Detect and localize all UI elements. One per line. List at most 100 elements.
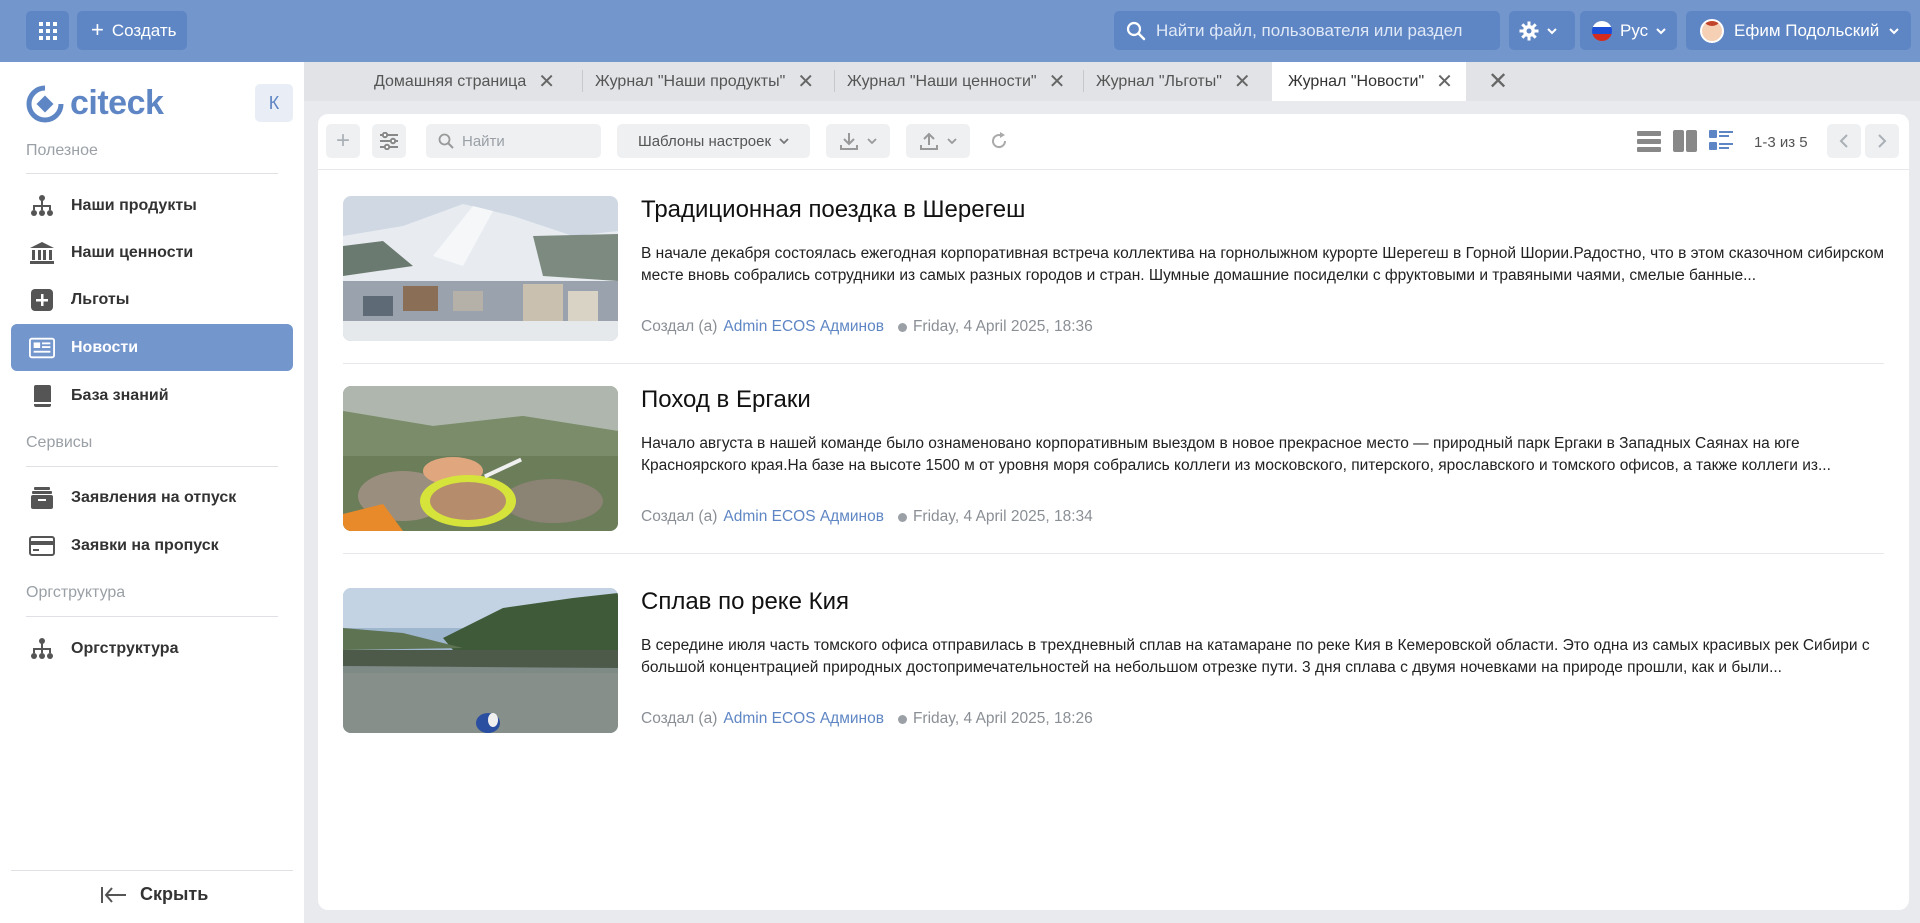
sidebar-item-org-structure[interactable]: Оргструктура: [11, 625, 293, 672]
sidebar-item-vacation-requests[interactable]: Заявления на отпуск: [11, 474, 293, 521]
gear-icon: [1519, 21, 1539, 40]
pagination-info: 1-3 из 5: [1754, 134, 1808, 151]
tab-benefits[interactable]: Журнал "Льготы" ✕: [1086, 62, 1251, 101]
tab-our-products[interactable]: Журнал "Наши продукты" ✕: [585, 62, 814, 101]
close-all-icon: ✕: [1488, 67, 1509, 95]
tab-home[interactable]: Домашняя страница ✕: [364, 62, 555, 101]
chevron-left-icon: [1839, 134, 1848, 148]
created-by-label: Создал (а): [641, 508, 718, 525]
dot-icon: [897, 714, 907, 724]
sidebar-collapse-button[interactable]: К: [255, 84, 293, 122]
sidebar-item-pass-requests[interactable]: Заявки на пропуск: [11, 522, 293, 569]
news-title[interactable]: Сплав по реке Кия: [641, 588, 849, 616]
chevron-down-icon: [779, 138, 789, 145]
global-search-input[interactable]: Найти файл, пользователя или раздел: [1114, 11, 1500, 50]
news-item[interactable]: Сплав по реке Кия В середине июля часть …: [343, 588, 1884, 738]
river-rafting-image: [343, 588, 618, 733]
sidebar-item-label: База знаний: [71, 386, 169, 404]
divider: [582, 70, 583, 92]
news-thumbnail-ergaki[interactable]: [343, 386, 618, 531]
author-link[interactable]: Admin ECOS Админов: [723, 710, 884, 728]
sidebar-item-label: Наши продукты: [71, 196, 197, 214]
author-link[interactable]: Admin ECOS Админов: [723, 508, 884, 526]
news-date: Friday, 4 April 2025, 18:34: [912, 508, 1093, 525]
close-icon[interactable]: ✕: [1234, 72, 1251, 92]
sidebar-item-knowledge-base[interactable]: База знаний: [11, 372, 293, 419]
divider: [26, 173, 278, 174]
chevron-right-icon: [1878, 134, 1887, 148]
close-icon[interactable]: ✕: [1049, 72, 1066, 92]
close-icon[interactable]: ✕: [538, 72, 555, 92]
apps-menu-button[interactable]: [26, 11, 69, 50]
plus-icon: +: [91, 16, 104, 42]
news-thumbnail-kiya[interactable]: [343, 588, 618, 733]
tab-label: Журнал "Наши ценности": [847, 72, 1037, 90]
news-excerpt: В середине июля часть томского офиса отп…: [641, 637, 1870, 676]
hide-sidebar-button[interactable]: Скрыть: [100, 884, 208, 905]
journal-search-input[interactable]: Найти: [426, 124, 601, 158]
language-label: Рус: [1620, 20, 1649, 40]
chevron-down-icon: [1547, 27, 1557, 34]
upload-button[interactable]: [906, 124, 970, 158]
tab-news[interactable]: Журнал "Новости" ✕: [1272, 62, 1466, 101]
create-label: Создать: [111, 20, 177, 40]
dot-icon: [897, 322, 907, 332]
sidebar-item-label: Льготы: [71, 290, 130, 308]
user-menu-button[interactable]: Ефим Подольский: [1686, 11, 1911, 50]
divider: [26, 466, 278, 467]
news-item[interactable]: Поход в Ергаки Начало августа в нашей ко…: [343, 386, 1884, 536]
logo-text: citeck: [70, 84, 164, 122]
collapse-left-icon: [101, 886, 126, 903]
sidebar-item-our-products[interactable]: Наши продукты: [11, 182, 293, 229]
sidebar-item-label: Оргструктура: [71, 639, 179, 657]
sidebar-item-benefits[interactable]: Льготы: [11, 276, 293, 323]
news-item[interactable]: Традиционная поездка в Шерегеш В начале …: [343, 196, 1884, 346]
news-date: Friday, 4 April 2025, 18:26: [912, 710, 1093, 727]
prev-page-button[interactable]: [1827, 124, 1861, 158]
section-title-useful: Полезное: [26, 142, 98, 159]
refresh-icon: [992, 132, 1007, 149]
created-by-label: Создал (а): [641, 710, 718, 727]
settings-button[interactable]: [1509, 11, 1575, 50]
grid-icon: [38, 21, 57, 40]
news-meta: Создал (а) Admin ECOS Админов Friday, 4 …: [641, 710, 1093, 728]
settings-templates-dropdown[interactable]: Шаблоны настроек: [617, 124, 810, 158]
news-title[interactable]: Поход в Ергаки: [641, 386, 811, 414]
russia-flag-icon: [1592, 20, 1612, 41]
preview-list-view-icon[interactable]: [1708, 128, 1734, 154]
filter-settings-button[interactable]: [372, 124, 406, 158]
language-selector[interactable]: Рус: [1580, 11, 1677, 50]
author-link[interactable]: Admin ECOS Админов: [723, 318, 884, 336]
download-button[interactable]: [826, 124, 890, 158]
divider: [1083, 70, 1084, 92]
global-search-placeholder: Найти файл, пользователя или раздел: [1156, 20, 1463, 40]
next-page-button[interactable]: [1865, 124, 1899, 158]
close-all-tabs-button[interactable]: ✕: [1478, 62, 1508, 101]
dot-icon: [897, 512, 907, 522]
news-title[interactable]: Традиционная поездка в Шерегеш: [641, 196, 1025, 224]
add-record-button[interactable]: +: [326, 124, 360, 158]
templates-label: Шаблоны настроек: [637, 132, 772, 150]
citeck-logo[interactable]: citeck: [26, 84, 164, 123]
section-title-services: Сервисы: [26, 434, 93, 451]
search-icon: [1126, 21, 1146, 40]
close-icon[interactable]: ✕: [797, 72, 814, 92]
refresh-button[interactable]: [982, 124, 1016, 158]
chevron-down-icon: [1656, 27, 1666, 34]
hide-label: Скрыть: [140, 884, 209, 904]
close-icon[interactable]: ✕: [1436, 72, 1453, 92]
sidebar-item-our-values[interactable]: Наши ценности: [11, 229, 293, 276]
create-button[interactable]: + Создать: [77, 11, 187, 50]
divider: [343, 363, 1884, 364]
chevron-down-icon: [947, 138, 957, 145]
sidebar-item-news[interactable]: Новости: [11, 324, 293, 371]
news-date: Friday, 4 April 2025, 18:36: [912, 318, 1093, 335]
news-thumbnail-sheregesh[interactable]: [343, 196, 618, 341]
table-view-icon[interactable]: [1636, 128, 1662, 154]
citeck-logo-icon: [26, 85, 64, 122]
news-excerpt: Начало августа в нашей команде было озна…: [641, 435, 1831, 474]
tab-our-values[interactable]: Журнал "Наши ценности" ✕: [837, 62, 1065, 101]
chevron-down-icon: [867, 138, 877, 145]
divider: [26, 616, 278, 617]
preview-view-icon[interactable]: [1672, 128, 1698, 154]
